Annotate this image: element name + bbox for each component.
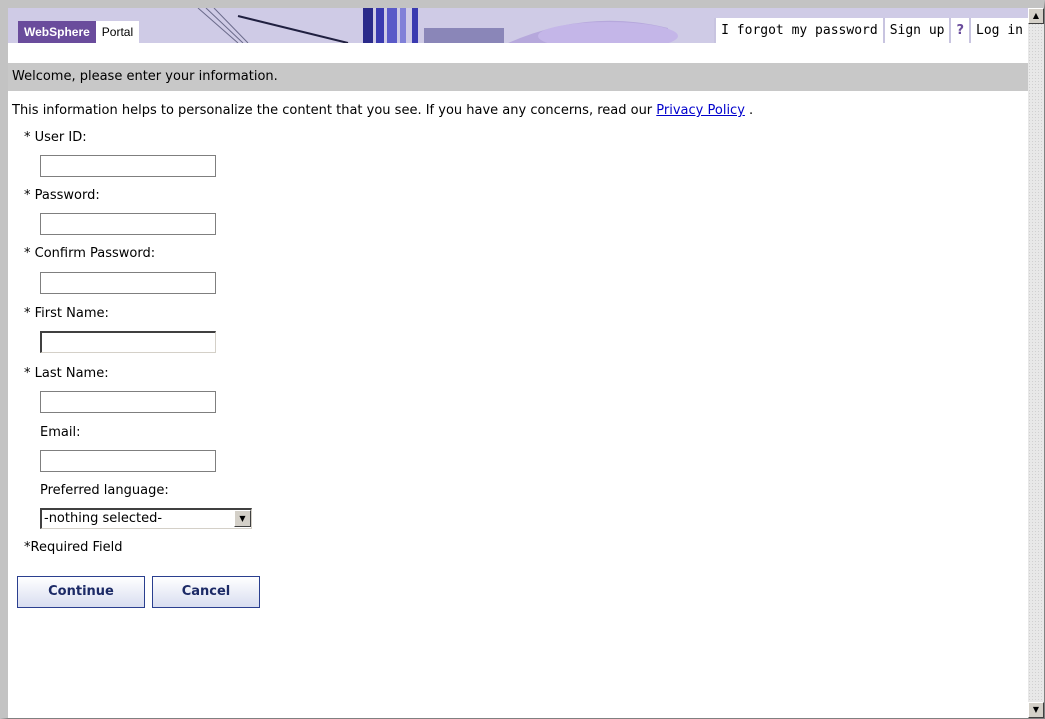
vertical-scrollbar[interactable]: ▲ ▼	[1028, 8, 1044, 718]
preferred-language-label: Preferred language:	[40, 483, 169, 498]
info-text: This information helps to personalize th…	[12, 103, 753, 118]
help-icon[interactable]: ?	[949, 18, 970, 43]
last-name-input[interactable]	[40, 391, 216, 413]
scroll-down-arrow-icon[interactable]: ▼	[1028, 702, 1044, 718]
email-input[interactable]	[40, 450, 216, 472]
required-field-note: *Required Field	[24, 540, 123, 555]
password-label: * Password:	[24, 188, 100, 203]
preferred-language-value: -nothing selected-	[44, 511, 163, 526]
confirm-password-label: * Confirm Password:	[24, 246, 156, 261]
password-input[interactable]	[40, 213, 216, 235]
email-label: Email:	[40, 425, 81, 440]
first-name-input[interactable]	[40, 331, 216, 353]
first-name-label: * First Name:	[24, 306, 109, 321]
forgot-password-link[interactable]: I forgot my password	[714, 18, 883, 43]
continue-button[interactable]: Continue	[17, 576, 145, 608]
welcome-banner: Welcome, please enter your information.	[8, 63, 1028, 91]
user-id-label: * User ID:	[24, 130, 87, 145]
last-name-label: * Last Name:	[24, 366, 109, 381]
portal-banner: WebSphere Portal I forgot my password Si…	[8, 8, 1028, 43]
privacy-policy-link[interactable]: Privacy Policy	[656, 103, 745, 118]
chevron-down-icon[interactable]: ▼	[234, 510, 251, 527]
scroll-up-arrow-icon[interactable]: ▲	[1028, 8, 1044, 24]
websphere-portal-logo: WebSphere Portal	[18, 21, 140, 43]
confirm-password-input[interactable]	[40, 272, 216, 294]
info-suffix: .	[744, 103, 754, 118]
info-message: This information helps to personalize th…	[12, 103, 653, 118]
user-id-input[interactable]	[40, 155, 216, 177]
header-links: I forgot my password Sign up ? Log in	[714, 18, 1028, 43]
sign-up-link[interactable]: Sign up	[882, 18, 950, 43]
logo-portal: Portal	[95, 21, 140, 43]
cancel-button[interactable]: Cancel	[152, 576, 260, 608]
log-in-link[interactable]: Log in	[969, 18, 1028, 43]
preferred-language-select[interactable]: -nothing selected- ▼	[40, 508, 252, 529]
logo-websphere: WebSphere	[18, 21, 96, 43]
